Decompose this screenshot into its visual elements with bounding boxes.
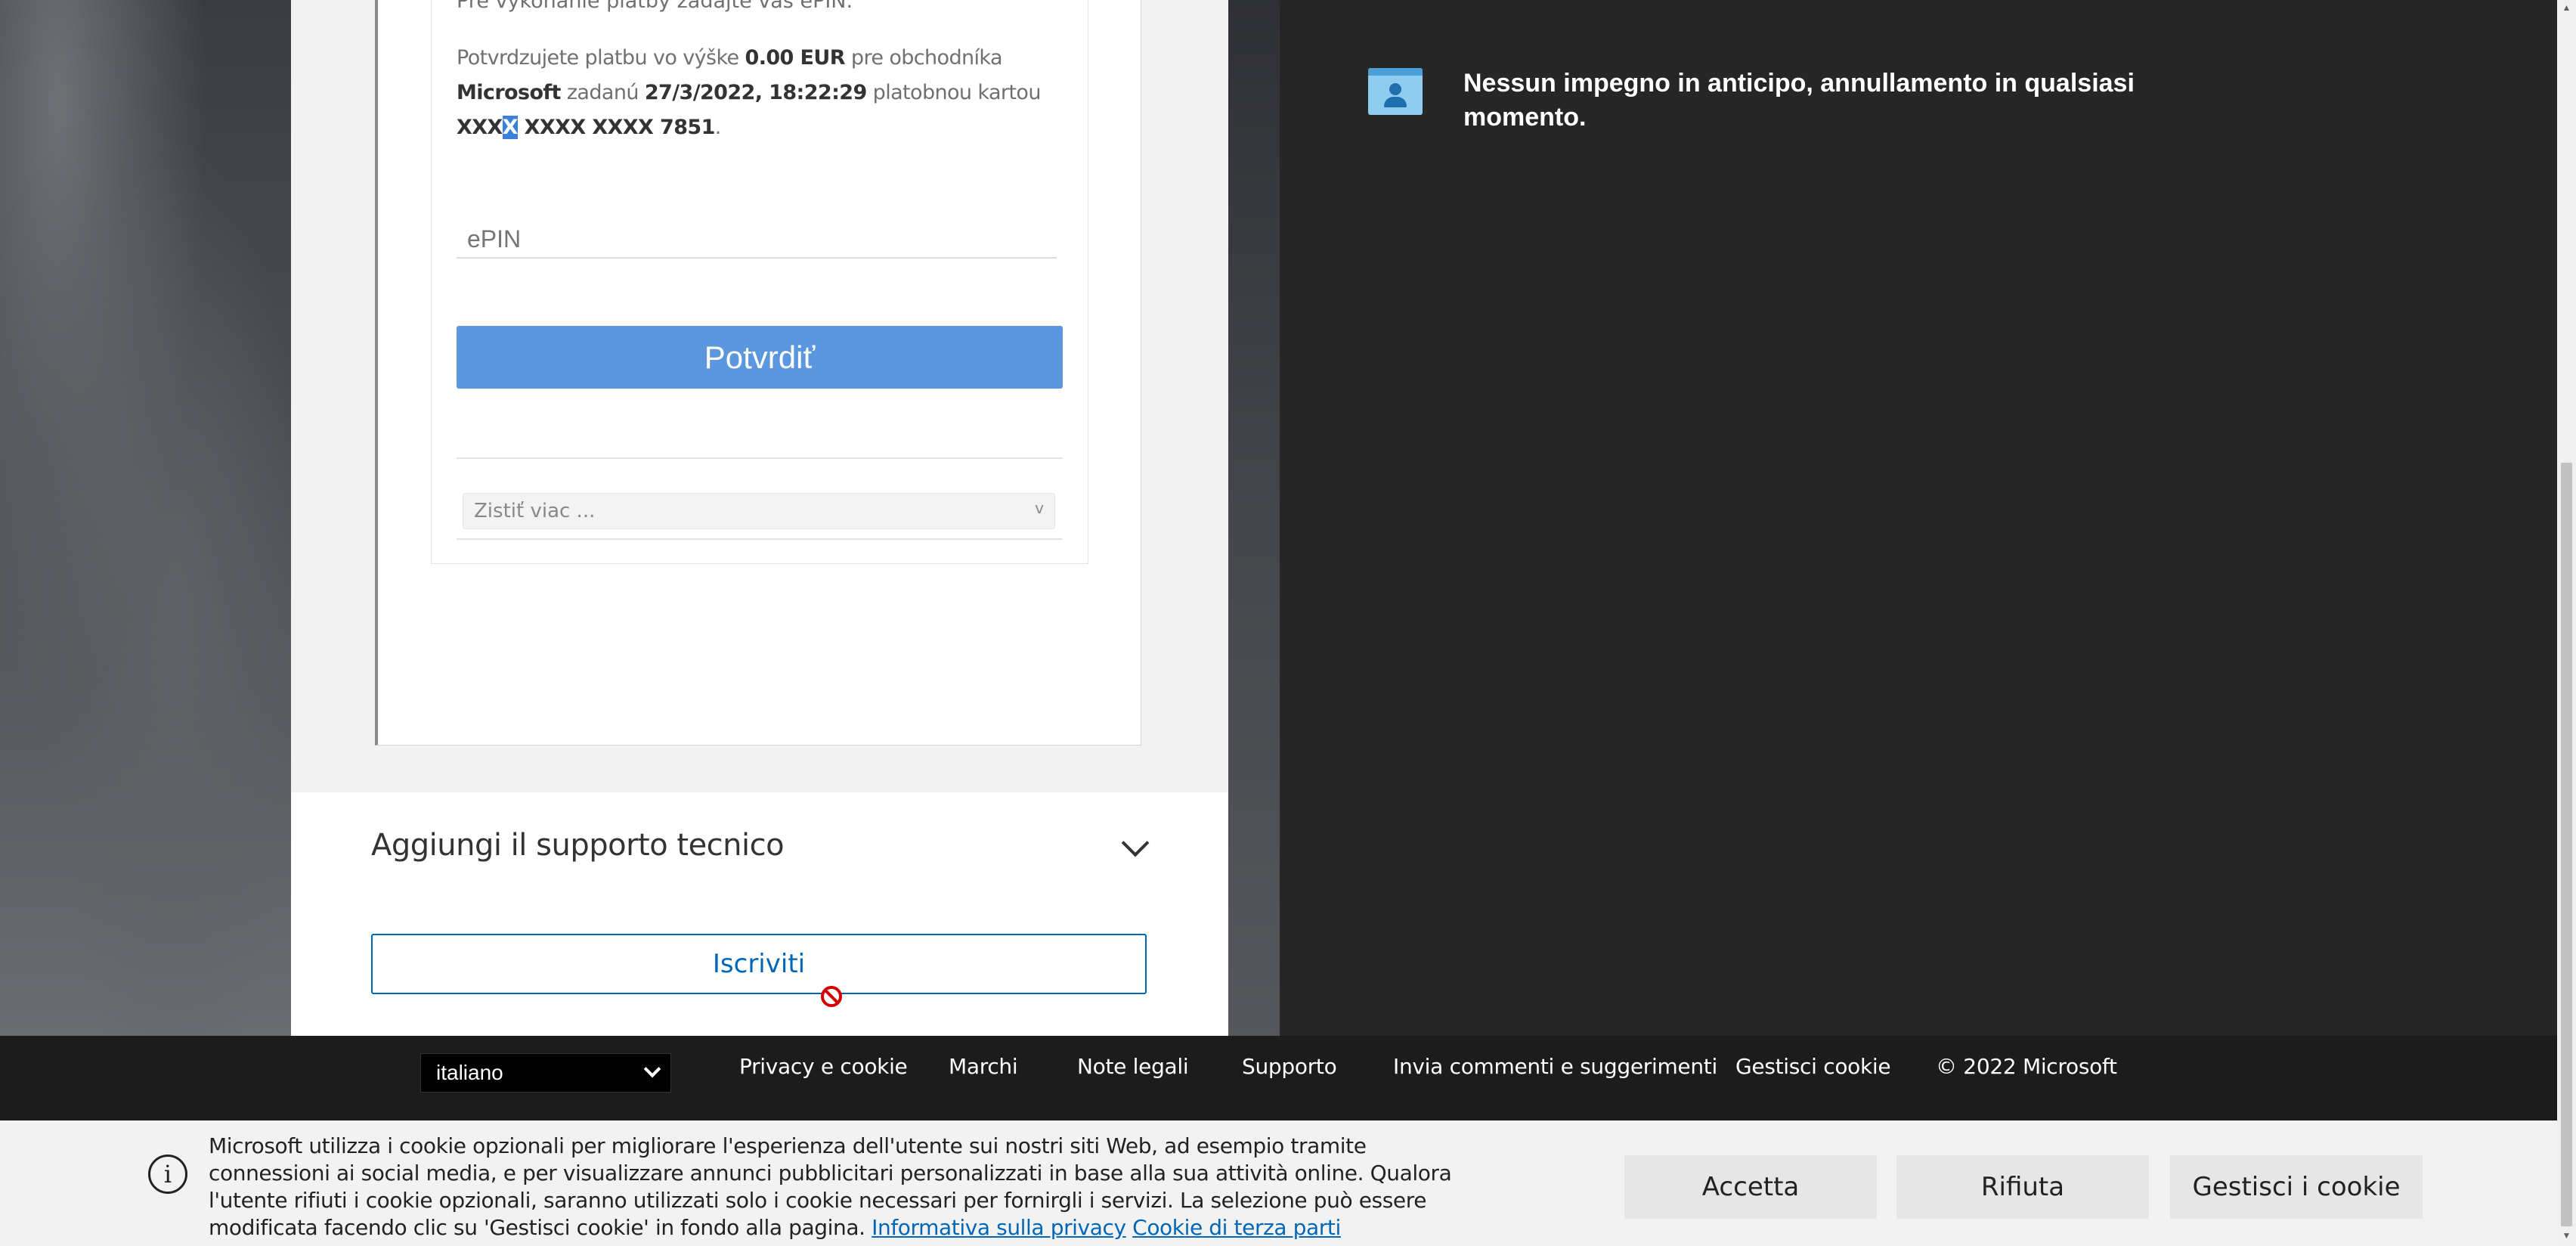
third-party-cookies-link[interactable]: Cookie di terza parti [1132, 1215, 1341, 1240]
more-info-dropdown[interactable]: Zistiť viac ... v [463, 493, 1055, 529]
card-number: XXXX XXXX XXXX 7851 [457, 116, 715, 139]
divider [457, 457, 1063, 459]
background-photo [0, 0, 291, 1036]
confirm-button[interactable]: Potvrdiť [457, 326, 1063, 389]
chevron-down-icon [1119, 830, 1150, 860]
language-select[interactable]: italiano [420, 1053, 671, 1093]
cookie-banner-text: Microsoft utilizza i cookie opzionali pe… [209, 1133, 1452, 1240]
accept-cookies-button[interactable]: Accetta [1624, 1155, 1877, 1219]
chevron-down-icon: v [1035, 499, 1044, 517]
footer-link-trademarks[interactable]: Marchi [949, 1054, 1018, 1079]
footer-link-legal[interactable]: Note legali [1077, 1054, 1189, 1079]
footer-link-feedback[interactable]: Invia commenti e suggerimenti [1393, 1054, 1717, 1079]
scroll-down-icon[interactable]: ▼ [2561, 1229, 2572, 1241]
epin-instructions: Pre vykonanie platby zadajte váš ePIN. [457, 0, 853, 13]
copyright: © 2022 Microsoft [1936, 1054, 2117, 1079]
epin-input[interactable] [457, 221, 1057, 259]
language-value: italiano [436, 1061, 503, 1084]
privacy-statement-link[interactable]: Informativa sulla privacy [872, 1215, 1126, 1240]
manage-cookies-button[interactable]: Gestisci i cookie [2170, 1155, 2423, 1219]
subscribe-button[interactable]: Iscriviti [371, 934, 1147, 994]
scroll-up-icon[interactable]: ▲ [2561, 2, 2572, 14]
promo-benefit: Nessun impegno in anticipo, annullamento… [1368, 67, 2200, 135]
info-icon: i [148, 1155, 187, 1194]
promo-text: Nessun impegno in anticipo, annullamento… [1463, 69, 2135, 132]
add-support-label: Aggiungi il supporto tecnico [371, 828, 785, 863]
scrollbar-thumb[interactable] [2561, 463, 2572, 1226]
info-panel [1280, 0, 2557, 1036]
divider [457, 538, 1063, 540]
footer-link-manage-cookies[interactable]: Gestisci cookie [1735, 1054, 1891, 1079]
add-support-toggle[interactable]: Aggiungi il supporto tecnico [371, 823, 1150, 868]
user-card-icon [1368, 68, 1423, 115]
more-info-label: Zistiť viac ... [474, 500, 596, 522]
footer-link-privacy[interactable]: Privacy e cookie [739, 1054, 908, 1079]
not-allowed-cursor-icon [821, 986, 842, 1007]
background-photo-strip [1228, 0, 1280, 1036]
reject-cookies-button[interactable]: Rifiuta [1896, 1155, 2149, 1219]
footer-link-support[interactable]: Supporto [1242, 1054, 1337, 1079]
payment-confirmation-text: Potvrdzujete platbu vo výške 0.00 EUR pr… [457, 46, 1041, 139]
chevron-down-icon [643, 1060, 661, 1078]
